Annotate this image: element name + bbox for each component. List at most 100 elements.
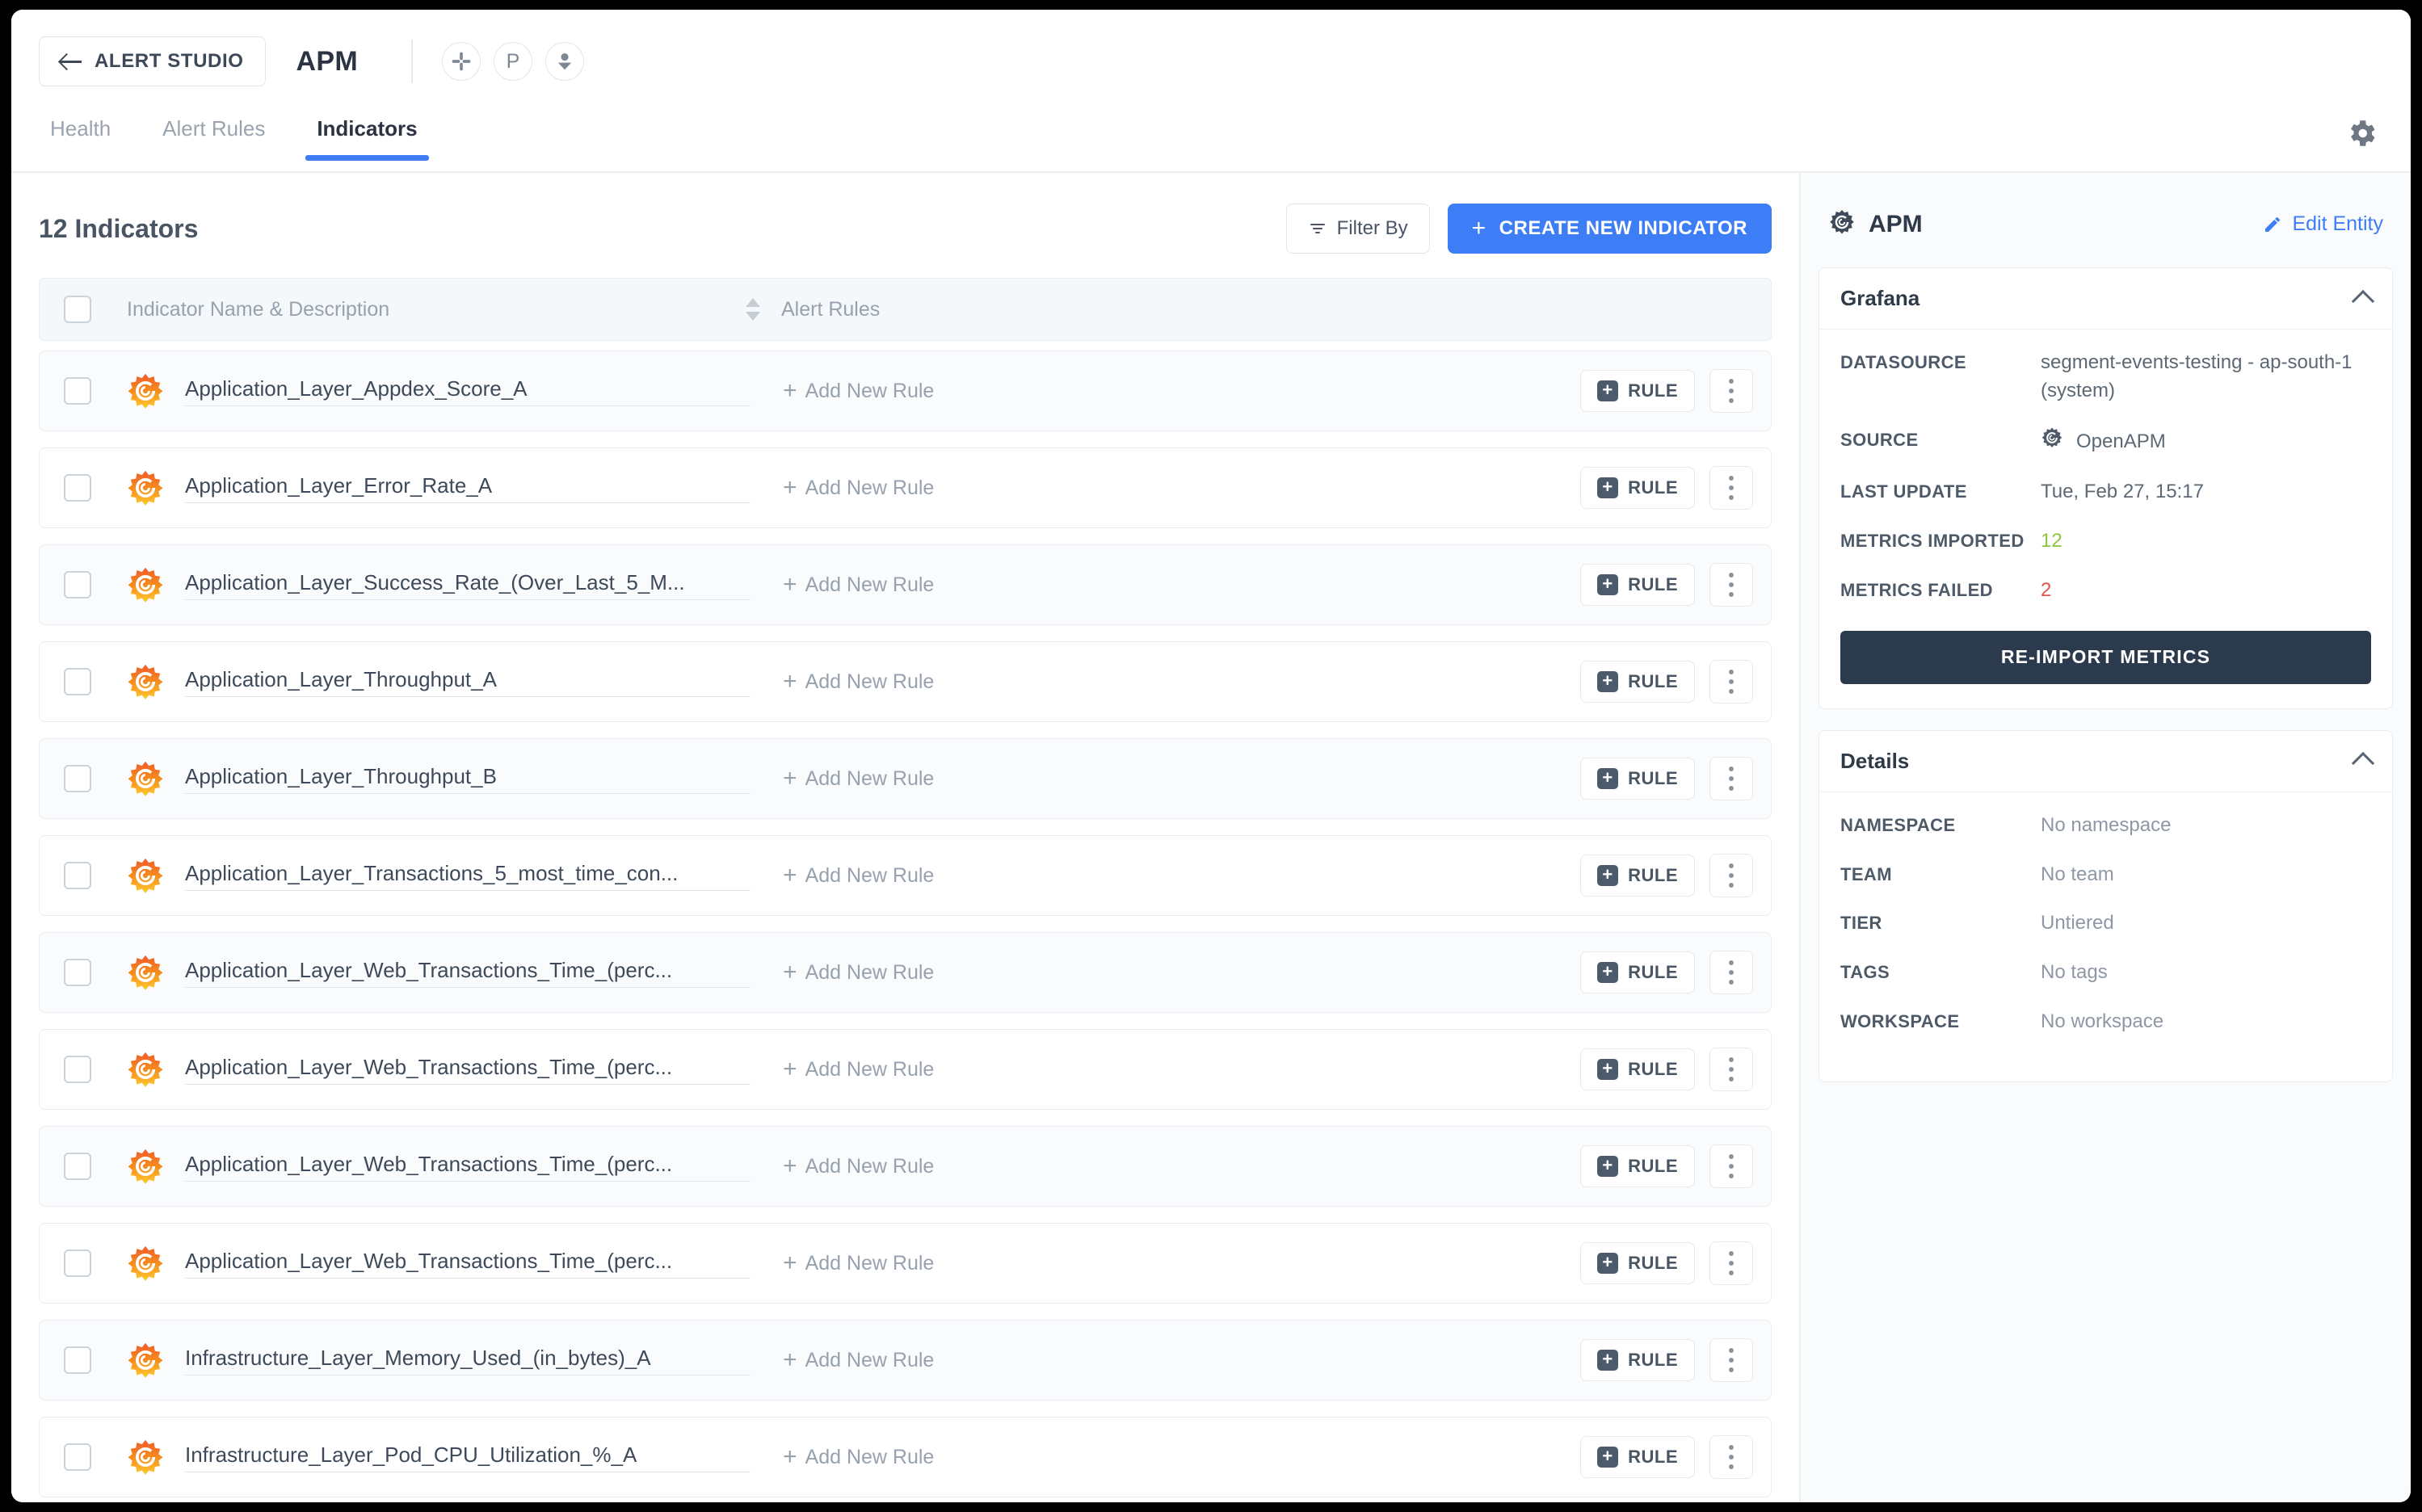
- indicator-name-link[interactable]: Application_Layer_Web_Transactions_Time_…: [185, 958, 751, 988]
- dot: [1729, 1174, 1734, 1178]
- add-new-rule-link[interactable]: + Add New Rule: [783, 960, 1580, 985]
- row-more-options-button[interactable]: [1709, 1241, 1753, 1285]
- row-more-options-button[interactable]: [1709, 369, 1753, 413]
- row-checkbox[interactable]: [64, 377, 91, 405]
- add-rule-button[interactable]: + RULE: [1580, 951, 1695, 993]
- table-row[interactable]: Application_Layer_Error_Rate_A + Add New R…: [39, 447, 1772, 528]
- table-row[interactable]: Application_Layer_Throughput_A + Add New R…: [39, 641, 1772, 722]
- row-more-options-button[interactable]: [1709, 466, 1753, 510]
- grafana-icon: [127, 663, 164, 700]
- dot: [1729, 1251, 1734, 1256]
- gear-icon[interactable]: [2344, 116, 2378, 154]
- indicator-name-link[interactable]: Application_Layer_Success_Rate_(Over_Las…: [185, 570, 751, 600]
- row-more-options-button[interactable]: [1709, 1048, 1753, 1091]
- add-rule-button[interactable]: + RULE: [1580, 564, 1695, 606]
- table-row[interactable]: Infrastructure_Layer_Pod_CPU_Utilization…: [39, 1417, 1772, 1497]
- add-rule-button[interactable]: + RULE: [1580, 661, 1695, 703]
- indicator-name-link[interactable]: Application_Layer_Transactions_5_most_ti…: [185, 861, 751, 891]
- add-rule-button[interactable]: + RULE: [1580, 1436, 1695, 1478]
- add-new-rule-link[interactable]: + Add New Rule: [783, 1445, 1580, 1469]
- add-rule-button[interactable]: + RULE: [1580, 855, 1695, 897]
- indicator-name-link[interactable]: Application_Layer_Throughput_B: [185, 764, 751, 794]
- indicator-name-link[interactable]: Infrastructure_Layer_Pod_CPU_Utilization…: [185, 1443, 751, 1472]
- row-checkbox[interactable]: [64, 959, 91, 986]
- add-new-rule-link[interactable]: + Add New Rule: [783, 670, 1580, 694]
- select-all-checkbox[interactable]: [64, 296, 91, 323]
- row-checkbox[interactable]: [64, 474, 91, 502]
- add-rule-button[interactable]: + RULE: [1580, 1145, 1695, 1187]
- add-new-rule-link[interactable]: + Add New Rule: [783, 476, 1580, 500]
- indicator-name-link[interactable]: Application_Layer_Appdex_Score_A: [185, 376, 751, 406]
- add-rule-button[interactable]: + RULE: [1580, 467, 1695, 509]
- tab-indicators[interactable]: Indicators: [305, 113, 429, 161]
- edit-entity-button[interactable]: Edit Entity: [2263, 212, 2383, 236]
- add-rule-button[interactable]: + RULE: [1580, 758, 1695, 800]
- tab-alert-rules[interactable]: Alert Rules: [151, 113, 276, 159]
- table-row[interactable]: Application_Layer_Transactions_5_most_ti…: [39, 835, 1772, 916]
- table-row[interactable]: Infrastructure_Layer_Memory_Used_(in_byt…: [39, 1320, 1772, 1401]
- indicator-name-link[interactable]: Infrastructure_Layer_Memory_Used_(in_byt…: [185, 1346, 751, 1376]
- dot: [1729, 592, 1734, 597]
- indicator-name-link[interactable]: Application_Layer_Web_Transactions_Time_…: [185, 1055, 751, 1085]
- sort-toggle-icon[interactable]: [746, 298, 760, 321]
- add-rule-button[interactable]: + RULE: [1580, 1048, 1695, 1090]
- add-new-rule-link[interactable]: + Add New Rule: [783, 379, 1580, 403]
- grafana-card-header[interactable]: Grafana: [1819, 268, 2392, 330]
- table-row[interactable]: Application_Layer_Web_Transactions_Time_…: [39, 1029, 1772, 1110]
- add-rule-button[interactable]: + RULE: [1580, 1242, 1695, 1284]
- table-row[interactable]: Application_Layer_Success_Rate_(Over_Las…: [39, 544, 1772, 625]
- row-more-options-button[interactable]: [1709, 951, 1753, 994]
- filter-by-button[interactable]: Filter By: [1285, 204, 1430, 254]
- row-more-options-button[interactable]: [1709, 854, 1753, 897]
- chevron-up-icon[interactable]: [2351, 289, 2375, 313]
- indicator-name-link[interactable]: Application_Layer_Web_Transactions_Time_…: [185, 1152, 751, 1182]
- indicator-name-link[interactable]: Application_Layer_Web_Transactions_Time_…: [185, 1249, 751, 1279]
- back-to-alert-studio-button[interactable]: ALERT STUDIO: [39, 36, 266, 86]
- row-more-options-button[interactable]: [1709, 1435, 1753, 1479]
- indicators-pane: 12 Indicators Filter By + CREATE NEW IND…: [11, 173, 1801, 1502]
- row-checkbox[interactable]: [64, 862, 91, 889]
- dot: [1729, 1464, 1734, 1469]
- add-new-rule-link[interactable]: + Add New Rule: [783, 1348, 1580, 1372]
- row-checkbox[interactable]: [64, 668, 91, 695]
- row-more-options-button[interactable]: [1709, 660, 1753, 704]
- table-row[interactable]: Application_Layer_Web_Transactions_Time_…: [39, 1126, 1772, 1207]
- row-checkbox[interactable]: [64, 1056, 91, 1083]
- add-rule-button[interactable]: + RULE: [1580, 1339, 1695, 1381]
- tab-health[interactable]: Health: [39, 113, 122, 159]
- re-import-metrics-button[interactable]: RE-IMPORT METRICS: [1840, 630, 2371, 684]
- last-update-label: LAST UPDATE: [1840, 481, 1967, 502]
- row-checkbox[interactable]: [64, 1346, 91, 1374]
- row-more-options-button[interactable]: [1709, 563, 1753, 607]
- row-checkbox[interactable]: [64, 571, 91, 598]
- filter-icon: [1310, 224, 1325, 233]
- indicator-name-link[interactable]: Application_Layer_Throughput_A: [185, 667, 751, 697]
- chevron-up-icon[interactable]: [2351, 752, 2375, 775]
- table-row[interactable]: Application_Layer_Web_Transactions_Time_…: [39, 932, 1772, 1013]
- row-checkbox[interactable]: [64, 1443, 91, 1471]
- add-new-rule-link[interactable]: + Add New Rule: [783, 1154, 1580, 1178]
- table-row[interactable]: Application_Layer_Throughput_B + Add New R…: [39, 738, 1772, 819]
- add-new-rule-link[interactable]: + Add New Rule: [783, 863, 1580, 888]
- add-rule-button[interactable]: + RULE: [1580, 370, 1695, 412]
- pagerduty-icon[interactable]: P: [494, 42, 532, 81]
- row-checkbox[interactable]: [64, 1153, 91, 1180]
- row-checkbox[interactable]: [64, 1250, 91, 1277]
- details-card-header[interactable]: Details: [1819, 731, 2392, 792]
- table-row[interactable]: Application_Layer_Web_Transactions_Time_…: [39, 1223, 1772, 1304]
- indicator-name-link[interactable]: Application_Layer_Error_Rate_A: [185, 473, 751, 503]
- row-more-options-button[interactable]: [1709, 1338, 1753, 1382]
- add-new-rule-link[interactable]: + Add New Rule: [783, 1057, 1580, 1082]
- slack-icon[interactable]: [442, 42, 481, 81]
- add-new-rule-link[interactable]: + Add New Rule: [783, 1251, 1580, 1275]
- row-more-options-button[interactable]: [1709, 1144, 1753, 1188]
- details-card-title: Details: [1840, 748, 1910, 773]
- user-download-icon[interactable]: [545, 42, 584, 81]
- table-row[interactable]: Application_Layer_Appdex_Score_A + Add New…: [39, 351, 1772, 431]
- create-new-indicator-button[interactable]: + CREATE NEW INDICATOR: [1447, 204, 1772, 254]
- row-checkbox[interactable]: [64, 765, 91, 792]
- row-more-options-button[interactable]: [1709, 757, 1753, 800]
- add-new-rule-link[interactable]: + Add New Rule: [783, 573, 1580, 597]
- add-new-rule-link[interactable]: + Add New Rule: [783, 766, 1580, 791]
- plus-icon: +: [783, 959, 797, 985]
